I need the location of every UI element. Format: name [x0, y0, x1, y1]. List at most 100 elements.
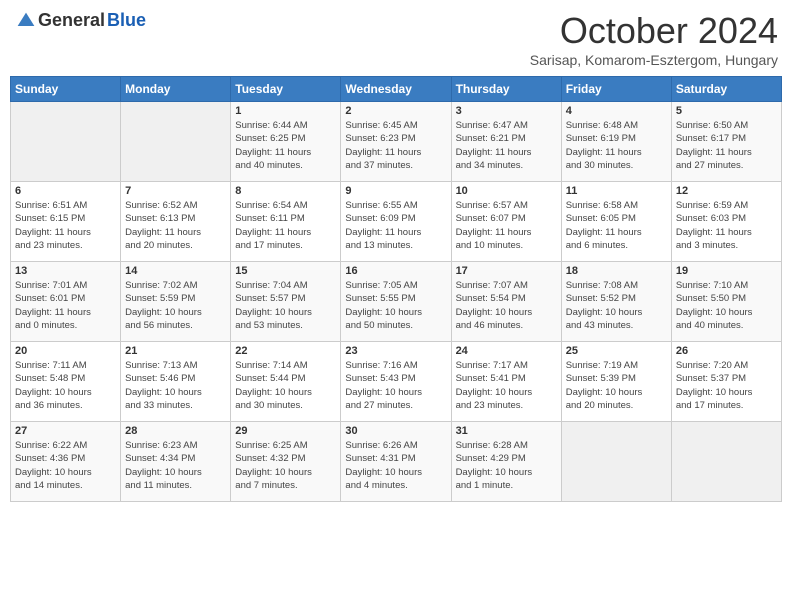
location-subtitle: Sarisap, Komarom-Esztergom, Hungary — [530, 52, 778, 68]
day-info: Sunrise: 7:14 AM Sunset: 5:44 PM Dayligh… — [235, 359, 336, 412]
day-number: 16 — [345, 265, 446, 277]
day-number: 14 — [125, 265, 226, 277]
header-row: SundayMondayTuesdayWednesdayThursdayFrid… — [11, 77, 782, 102]
day-number: 17 — [456, 265, 557, 277]
calendar-cell: 29Sunrise: 6:25 AM Sunset: 4:32 PM Dayli… — [231, 422, 341, 502]
day-info: Sunrise: 6:59 AM Sunset: 6:03 PM Dayligh… — [676, 199, 777, 252]
col-header-saturday: Saturday — [671, 77, 781, 102]
day-info: Sunrise: 7:08 AM Sunset: 5:52 PM Dayligh… — [566, 279, 667, 332]
day-info: Sunrise: 7:17 AM Sunset: 5:41 PM Dayligh… — [456, 359, 557, 412]
calendar-cell: 7 Sunrise: 6:52 AM Sunset: 6:13 PM Daylig… — [121, 182, 231, 262]
day-number: 31 — [456, 425, 557, 437]
week-row-2: 6Sunrise: 6:51 AM Sunset: 6:15 PM Daylig… — [11, 182, 782, 262]
calendar-cell: 8 Sunrise: 6:54 AM Sunset: 6:11 PM Daylig… — [231, 182, 341, 262]
day-number: 29 — [235, 425, 336, 437]
day-info: Sunrise: 7:19 AM Sunset: 5:39 PM Dayligh… — [566, 359, 667, 412]
day-info: Sunrise: 6:51 AM Sunset: 6:15 PM Dayligh… — [15, 199, 116, 252]
day-number: 1 — [235, 105, 336, 117]
week-row-1: 1 Sunrise: 6:44 AM Sunset: 6:25 PM Daylig… — [11, 102, 782, 182]
day-info: Sunrise: 7:11 AM Sunset: 5:48 PM Dayligh… — [15, 359, 116, 412]
day-number: 23 — [345, 345, 446, 357]
day-info: Sunrise: 6:28 AM Sunset: 4:29 PM Dayligh… — [456, 439, 557, 492]
calendar-cell: 17 Sunrise: 7:07 AM Sunset: 5:54 PM Dayli… — [451, 262, 561, 342]
day-info: Sunrise: 7:04 AM Sunset: 5:57 PM Dayligh… — [235, 279, 336, 332]
day-info: Sunrise: 6:57 AM Sunset: 6:07 PM Dayligh… — [456, 199, 557, 252]
col-header-wednesday: Wednesday — [341, 77, 451, 102]
logo-icon — [16, 11, 36, 31]
day-info: Sunrise: 6:23 AM Sunset: 4:34 PM Dayligh… — [125, 439, 226, 492]
day-info: Sunrise: 6:47 AM Sunset: 6:21 PM Dayligh… — [456, 119, 557, 172]
day-number: 25 — [566, 345, 667, 357]
calendar-cell: 5 Sunrise: 6:50 AM Sunset: 6:17 PM Daylig… — [671, 102, 781, 182]
day-number: 24 — [456, 345, 557, 357]
calendar-cell: 15Sunrise: 7:04 AM Sunset: 5:57 PM Dayli… — [231, 262, 341, 342]
calendar-cell: 23 Sunrise: 7:16 AM Sunset: 5:43 PM Dayli… — [341, 342, 451, 422]
day-number: 26 — [676, 345, 777, 357]
day-info: Sunrise: 6:48 AM Sunset: 6:19 PM Dayligh… — [566, 119, 667, 172]
day-info: Sunrise: 7:01 AM Sunset: 6:01 PM Dayligh… — [15, 279, 116, 332]
logo-general-text: General — [38, 10, 105, 31]
calendar-cell: 25 Sunrise: 7:19 AM Sunset: 5:39 PM Dayli… — [561, 342, 671, 422]
day-number: 2 — [345, 105, 446, 117]
day-info: Sunrise: 7:07 AM Sunset: 5:54 PM Dayligh… — [456, 279, 557, 332]
day-number: 12 — [676, 185, 777, 197]
calendar-cell: 24 Sunrise: 7:17 AM Sunset: 5:41 PM Dayli… — [451, 342, 561, 422]
day-number: 8 — [235, 185, 336, 197]
day-number: 19 — [676, 265, 777, 277]
day-number: 5 — [676, 105, 777, 117]
calendar-cell — [561, 422, 671, 502]
calendar-cell: 11Sunrise: 6:58 AM Sunset: 6:05 PM Dayli… — [561, 182, 671, 262]
day-number: 22 — [235, 345, 336, 357]
calendar-cell: 4 Sunrise: 6:48 AM Sunset: 6:19 PM Daylig… — [561, 102, 671, 182]
calendar-cell — [11, 102, 121, 182]
col-header-sunday: Sunday — [11, 77, 121, 102]
week-row-3: 13 Sunrise: 7:01 AM Sunset: 6:01 PM Dayli… — [11, 262, 782, 342]
day-number: 9 — [345, 185, 446, 197]
calendar-cell: 26 Sunrise: 7:20 AM Sunset: 5:37 PM Dayli… — [671, 342, 781, 422]
calendar-cell: 2 Sunrise: 6:45 AM Sunset: 6:23 PM Daylig… — [341, 102, 451, 182]
calendar-cell: 9 Sunrise: 6:55 AM Sunset: 6:09 PM Daylig… — [341, 182, 451, 262]
calendar-cell: 13 Sunrise: 7:01 AM Sunset: 6:01 PM Dayli… — [11, 262, 121, 342]
day-number: 27 — [15, 425, 116, 437]
calendar-cell: 28 Sunrise: 6:23 AM Sunset: 4:34 PM Dayli… — [121, 422, 231, 502]
calendar-cell: 20Sunrise: 7:11 AM Sunset: 5:48 PM Dayli… — [11, 342, 121, 422]
day-number: 7 — [125, 185, 226, 197]
day-info: Sunrise: 6:50 AM Sunset: 6:17 PM Dayligh… — [676, 119, 777, 172]
calendar-cell: 21Sunrise: 7:13 AM Sunset: 5:46 PM Dayli… — [121, 342, 231, 422]
day-number: 10 — [456, 185, 557, 197]
day-number: 28 — [125, 425, 226, 437]
day-info: Sunrise: 6:54 AM Sunset: 6:11 PM Dayligh… — [235, 199, 336, 252]
day-info: Sunrise: 6:44 AM Sunset: 6:25 PM Dayligh… — [235, 119, 336, 172]
calendar-cell: 19 Sunrise: 7:10 AM Sunset: 5:50 PM Dayli… — [671, 262, 781, 342]
day-info: Sunrise: 7:16 AM Sunset: 5:43 PM Dayligh… — [345, 359, 446, 412]
month-title: October 2024 — [530, 10, 778, 52]
calendar-cell: 16 Sunrise: 7:05 AM Sunset: 5:55 PM Dayli… — [341, 262, 451, 342]
day-number: 3 — [456, 105, 557, 117]
day-info: Sunrise: 7:10 AM Sunset: 5:50 PM Dayligh… — [676, 279, 777, 332]
calendar-cell — [121, 102, 231, 182]
day-info: Sunrise: 7:05 AM Sunset: 5:55 PM Dayligh… — [345, 279, 446, 332]
calendar-cell: 3 Sunrise: 6:47 AM Sunset: 6:21 PM Daylig… — [451, 102, 561, 182]
logo-blue-text: Blue — [107, 10, 146, 31]
calendar-cell: 22 Sunrise: 7:14 AM Sunset: 5:44 PM Dayli… — [231, 342, 341, 422]
calendar-cell: 14Sunrise: 7:02 AM Sunset: 5:59 PM Dayli… — [121, 262, 231, 342]
calendar-cell: 27 Sunrise: 6:22 AM Sunset: 4:36 PM Dayli… — [11, 422, 121, 502]
day-info: Sunrise: 6:52 AM Sunset: 6:13 PM Dayligh… — [125, 199, 226, 252]
day-info: Sunrise: 6:22 AM Sunset: 4:36 PM Dayligh… — [15, 439, 116, 492]
day-number: 13 — [15, 265, 116, 277]
calendar-cell: 6Sunrise: 6:51 AM Sunset: 6:15 PM Daylig… — [11, 182, 121, 262]
day-number: 4 — [566, 105, 667, 117]
day-info: Sunrise: 7:13 AM Sunset: 5:46 PM Dayligh… — [125, 359, 226, 412]
calendar-table: SundayMondayTuesdayWednesdayThursdayFrid… — [10, 76, 782, 502]
calendar-cell: 18Sunrise: 7:08 AM Sunset: 5:52 PM Dayli… — [561, 262, 671, 342]
calendar-cell: 1 Sunrise: 6:44 AM Sunset: 6:25 PM Daylig… — [231, 102, 341, 182]
day-info: Sunrise: 7:20 AM Sunset: 5:37 PM Dayligh… — [676, 359, 777, 412]
calendar-cell: 30Sunrise: 6:26 AM Sunset: 4:31 PM Dayli… — [341, 422, 451, 502]
day-info: Sunrise: 6:45 AM Sunset: 6:23 PM Dayligh… — [345, 119, 446, 172]
week-row-5: 27 Sunrise: 6:22 AM Sunset: 4:36 PM Dayli… — [11, 422, 782, 502]
day-info: Sunrise: 6:58 AM Sunset: 6:05 PM Dayligh… — [566, 199, 667, 252]
day-info: Sunrise: 6:55 AM Sunset: 6:09 PM Dayligh… — [345, 199, 446, 252]
week-row-4: 20Sunrise: 7:11 AM Sunset: 5:48 PM Dayli… — [11, 342, 782, 422]
calendar-cell: 10 Sunrise: 6:57 AM Sunset: 6:07 PM Dayli… — [451, 182, 561, 262]
calendar-cell: 31 Sunrise: 6:28 AM Sunset: 4:29 PM Dayli… — [451, 422, 561, 502]
